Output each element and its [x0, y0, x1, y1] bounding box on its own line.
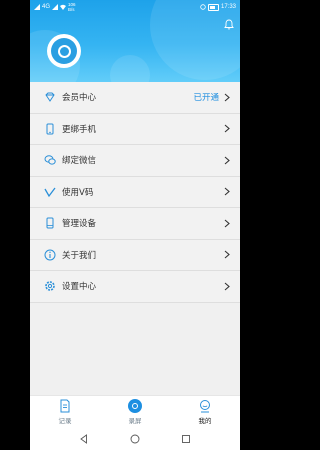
profile-icon [200, 400, 210, 413]
menu-item-devices[interactable]: 管理设备 [30, 208, 240, 240]
recents-icon[interactable] [181, 434, 191, 444]
menu-item-about[interactable]: 关于我们 [30, 239, 240, 271]
tab-records[interactable]: 记录 [40, 399, 90, 425]
document-icon [60, 399, 70, 413]
chevron-right-icon [224, 219, 230, 228]
menu-item-label: 绑定微信 [62, 156, 97, 167]
tab-label: 记录 [58, 417, 72, 425]
bottom-nav: 记录 录屏 我的 [30, 395, 240, 428]
tab-record-screen[interactable]: 录屏 [110, 399, 160, 425]
home-icon[interactable] [130, 434, 140, 444]
menu-item-label: 会员中心 [62, 93, 97, 104]
signal-icon [34, 4, 40, 10]
app-logo-avatar [51, 38, 77, 64]
tab-label: 录屏 [128, 417, 142, 425]
menu-item-vip[interactable]: 会员中心 已开通 [30, 82, 240, 114]
alarm-icon [200, 4, 206, 10]
status-bar: 4G 106 B/s 17:33 [30, 0, 240, 14]
chevron-right-icon [224, 156, 230, 165]
menu-item-settings[interactable]: 设置中心 [30, 271, 240, 303]
tab-label: 我的 [198, 417, 212, 425]
phone-screen: 4G 106 B/s 17:33 会员中心 已开通 更绑手机 绑定微信 使用V码… [30, 0, 240, 450]
chevron-right-icon [224, 250, 230, 259]
chevron-right-icon [224, 93, 230, 102]
chevron-right-icon [224, 282, 230, 291]
v-code-icon [44, 187, 56, 197]
wifi-icon [60, 4, 67, 10]
phone-icon [46, 123, 54, 135]
menu-item-label: 关于我们 [62, 250, 97, 261]
vip-status-badge: 已开通 [193, 93, 219, 104]
avatar[interactable] [47, 34, 81, 68]
system-nav-bar [30, 427, 240, 450]
menu-item-vcode[interactable]: 使用V码 [30, 176, 240, 208]
menu-item-label: 管理设备 [62, 219, 97, 230]
signal-icon-2 [52, 4, 59, 10]
menu-list: 会员中心 已开通 更绑手机 绑定微信 使用V码 管理设备 关于我们 设置中心 [30, 82, 240, 303]
menu-item-label: 设置中心 [62, 282, 97, 293]
menu-item-label: 更绑手机 [62, 124, 97, 135]
tab-mine[interactable]: 我的 [180, 399, 230, 425]
network-label: 4G [42, 4, 51, 10]
menu-item-wechat[interactable]: 绑定微信 [30, 145, 240, 177]
bell-icon[interactable] [224, 19, 234, 30]
vip-diamond-icon [45, 92, 55, 103]
settings-icon [45, 281, 55, 292]
menu-item-label: 使用V码 [62, 187, 94, 198]
info-icon [44, 249, 56, 261]
wechat-icon [44, 155, 56, 165]
chevron-right-icon [224, 187, 230, 196]
clock: 17:33 [220, 4, 236, 10]
record-icon [128, 399, 142, 413]
back-icon[interactable] [79, 433, 89, 444]
device-icon [46, 217, 54, 229]
chevron-right-icon [224, 124, 230, 133]
net-speed-unit: B/s [68, 7, 75, 12]
battery-icon [207, 3, 219, 11]
menu-item-phone[interactable]: 更绑手机 [30, 113, 240, 145]
